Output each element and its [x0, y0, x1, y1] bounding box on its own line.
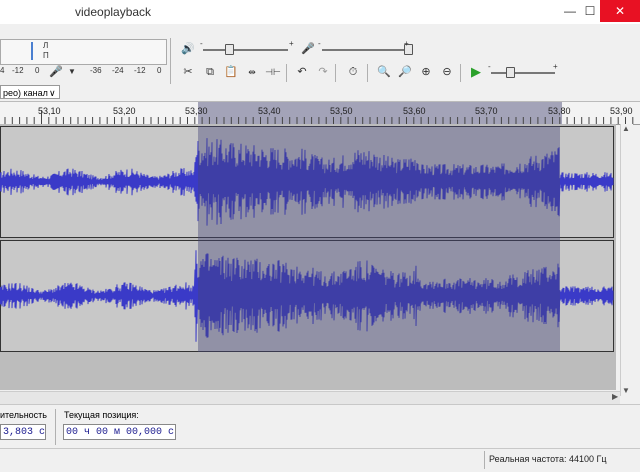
vertical-scrollbar[interactable]: ▲ ▼ [620, 124, 633, 396]
slider-max-label: + [404, 39, 409, 48]
play-icon[interactable]: ▶ [466, 62, 486, 82]
ruler-ticks [4, 110, 634, 124]
zoom-out-icon[interactable]: 🔎 [395, 62, 415, 82]
toolbar-separator [55, 409, 56, 445]
slider-max-label: + [553, 62, 558, 71]
horizontal-scrollbar[interactable]: ▶ [0, 391, 620, 404]
silence-icon[interactable]: ⊣⊢ [263, 62, 283, 82]
microphone-icon: 🎤 [301, 43, 315, 55]
meter-channel-p: П [43, 51, 49, 60]
close-button[interactable]: ✕ [600, 0, 640, 22]
title-bar: videoplayback — ☐ ✕ [0, 0, 640, 24]
playback-volume-thumb[interactable] [225, 44, 234, 55]
redo-icon[interactable]: ↷ [313, 62, 333, 82]
meter-bar [31, 42, 33, 60]
chevron-down-icon: ∨ [49, 88, 56, 98]
track-control-strip: рео) канал ∨ [0, 84, 640, 102]
sync-lock-icon[interactable]: ⏱ [343, 62, 363, 82]
length-field[interactable]: 3,803 с [0, 424, 46, 440]
meter-scale-tick: -36 [90, 66, 102, 75]
status-separator [484, 451, 485, 469]
status-bar: Реальная частота: 44100 Гц [0, 448, 640, 472]
paste-icon[interactable]: 📋 [221, 62, 241, 82]
toolbar-separator [335, 64, 336, 82]
meter-scale-tick: -24 [112, 66, 124, 75]
toolbar-separator [367, 64, 368, 82]
position-field[interactable]: 00 ч 00 м 00,000 с [63, 424, 176, 440]
track-name-dropdown[interactable]: рео) канал ∨ [0, 85, 60, 99]
maximize-button[interactable]: ☐ [580, 0, 600, 22]
scroll-down-icon[interactable]: ▼ [622, 386, 630, 395]
playback-meter[interactable]: Л П [0, 39, 167, 65]
selection-toolbar: ительность 3,803 с Текущая позиция: 00 ч… [0, 404, 640, 449]
fit-selection-icon[interactable]: ⊕ [416, 62, 436, 82]
toolbar-separator [460, 64, 461, 82]
recording-volume-slider[interactable] [322, 49, 410, 51]
meter-scale-tick: 0 [35, 66, 40, 75]
length-label: ительность [0, 410, 47, 420]
copy-icon[interactable]: ⧉ [200, 62, 220, 82]
selection-region[interactable] [198, 126, 560, 352]
toolbar-separator [286, 64, 287, 82]
fit-project-icon[interactable]: ⊖ [437, 62, 457, 82]
slider-min-label: - [318, 39, 321, 48]
play-at-speed-slider[interactable] [491, 72, 555, 74]
track-name-label: рео) канал [3, 88, 48, 98]
meter-scale-tick: 4 [0, 66, 5, 75]
meter-channel-l: Л [43, 41, 49, 50]
play-at-speed-thumb[interactable] [506, 67, 515, 78]
trim-icon[interactable]: ⇹ [242, 62, 262, 82]
slider-max-label: + [289, 39, 294, 48]
slider-min-label: - [200, 39, 203, 48]
scroll-up-icon[interactable]: ▲ [622, 124, 630, 133]
meter-scale-tick: -12 [12, 66, 24, 75]
playback-volume-slider[interactable] [203, 49, 288, 51]
toolbar-separator [170, 38, 171, 88]
zoom-in-icon[interactable]: 🔍 [374, 62, 394, 82]
undo-icon[interactable]: ↶ [292, 62, 312, 82]
meter-scale-tick: 0 [157, 66, 162, 75]
cut-icon[interactable]: ✂ [178, 62, 198, 82]
actual-rate-label: Реальная частота: 44100 Гц [489, 454, 607, 464]
chevron-down-icon[interactable]: ▼ [62, 62, 82, 82]
meter-scale-tick: -12 [134, 66, 146, 75]
position-label: Текущая позиция: [64, 410, 139, 420]
speaker-icon: 🔊 [181, 43, 195, 55]
scroll-right-icon[interactable]: ▶ [612, 392, 618, 401]
slider-min-label: - [488, 62, 491, 71]
window-title: videoplayback [75, 5, 152, 19]
